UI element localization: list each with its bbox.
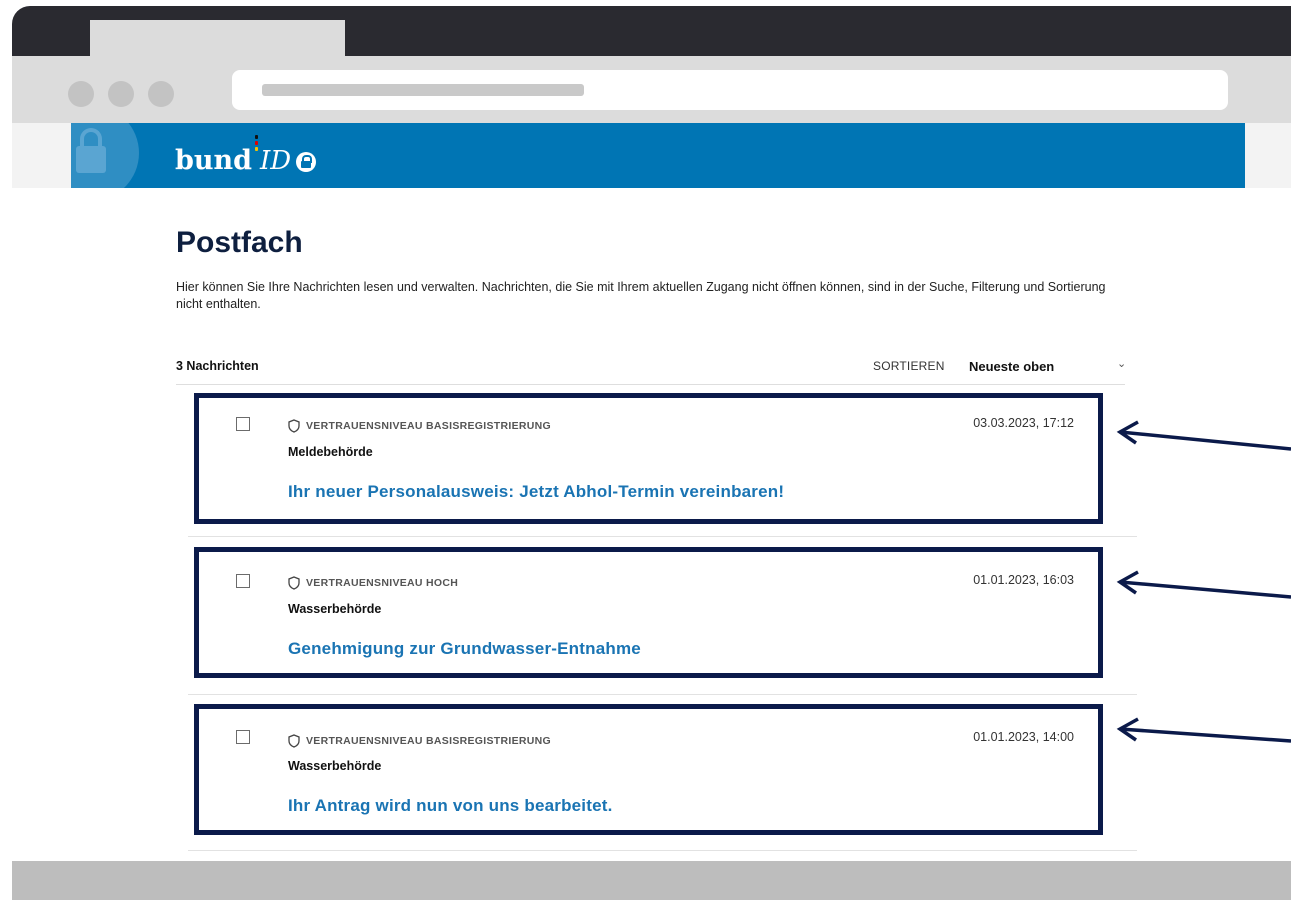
annotation-arrows [1116,420,1291,743]
address-bar[interactable] [232,70,1228,110]
shield-icon [288,734,300,748]
trust-level: VERTRAUENSNIVEAU BASISREGISTRIERUNG [288,419,551,433]
message-sender: Meldebehörde [288,445,373,459]
trust-level: VERTRAUENSNIVEAU BASISREGISTRIERUNG [288,734,551,748]
message-date: 01.01.2023, 14:00 [973,730,1074,744]
bundid-logo[interactable]: bund ID [175,133,317,181]
row-divider [188,850,1137,851]
message-checkbox[interactable] [236,574,250,588]
sort-label: SORTIEREN [873,359,945,373]
arrow-icon [1116,570,1291,599]
trust-level: VERTRAUENSNIVEAU HOCH [288,576,458,590]
row-divider [188,694,1137,695]
page-intro: Hier können Sie Ihre Nachrichten lesen u… [176,280,1106,311]
header-lock-badge [71,123,139,188]
message-subject-link[interactable]: Ihr Antrag wird nun von uns bearbeitet. [288,796,613,816]
logo-text-bund: bund [175,145,253,176]
trust-level-label: VERTRAUENSNIVEAU HOCH [306,577,459,589]
address-bar-placeholder [262,84,584,96]
shield-icon [288,419,300,433]
message-sender: Wasserbehörde [288,602,382,616]
padlock-icon [71,123,111,178]
page-footer-band [12,861,1291,900]
lock-icon [296,152,317,172]
flag-icon [255,135,259,151]
logo-text-id: ID [260,146,292,176]
browser-tab[interactable] [90,20,345,56]
arrow-icon [1116,420,1291,451]
row-divider [188,536,1137,537]
window-close-dot[interactable] [68,81,94,107]
trust-level-label: VERTRAUENSNIVEAU BASISREGISTRIERUNG [306,420,552,432]
shield-icon [288,576,300,590]
message-date: 03.03.2023, 17:12 [973,416,1074,430]
list-header: 3 Nachrichten SORTIEREN Neueste oben ⌄ [176,355,1126,385]
message-count: 3 Nachrichten [176,359,259,373]
message-subject-link[interactable]: Ihr neuer Personalausweis: Jetzt Abhol-T… [288,482,784,502]
message-subject-link[interactable]: Genehmigung zur Grundwasser-Entnahme [288,639,641,659]
trust-level-label: VERTRAUENSNIVEAU BASISREGISTRIERUNG [306,735,552,747]
sort-select[interactable]: Neueste oben [969,359,1054,374]
window-maximize-dot[interactable] [148,81,174,107]
arrow-icon [1116,717,1291,743]
message-sender: Wasserbehörde [288,759,382,773]
chevron-down-icon[interactable]: ⌄ [1117,357,1126,370]
window-minimize-dot[interactable] [108,81,134,107]
message-checkbox[interactable] [236,417,250,431]
page-title: Postfach [176,226,303,259]
site-header: bund ID [71,123,1245,188]
message-checkbox[interactable] [236,730,250,744]
message-date: 01.01.2023, 16:03 [973,573,1074,587]
